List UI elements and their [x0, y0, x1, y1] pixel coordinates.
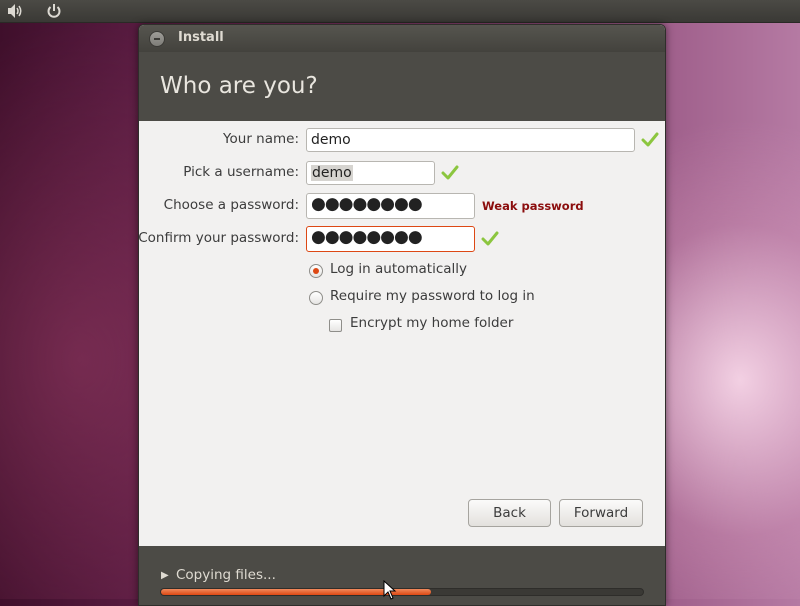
window-title: Install: [178, 30, 224, 45]
back-button[interactable]: Back: [468, 499, 551, 527]
top-panel: [0, 0, 800, 23]
username-valid-check-icon: [441, 165, 459, 180]
password-label: Choose a password:: [163, 197, 299, 213]
confirm-mask: ●●●●●●●●: [311, 227, 423, 247]
page-header: Who are you?: [139, 52, 665, 121]
confirm-label: Confirm your password:: [138, 230, 299, 246]
mouse-pointer-icon: [383, 580, 397, 600]
encrypt-home-checkbox[interactable]: [329, 319, 342, 332]
name-value: demo: [311, 132, 351, 148]
minimize-icon[interactable]: [149, 31, 165, 47]
progress-bar: [160, 588, 644, 596]
username-field[interactable]: demo: [306, 161, 435, 185]
volume-icon[interactable]: [7, 3, 25, 23]
password-field[interactable]: ●●●●●●●●: [306, 193, 475, 219]
require-password-label[interactable]: Require my password to log in: [330, 288, 535, 304]
installer-window: Install Who are you? Your name: demo Pic…: [138, 24, 666, 606]
name-valid-check-icon: [641, 132, 659, 147]
forward-button[interactable]: Forward: [559, 499, 643, 527]
progress-footer: ▶ Copying files...: [139, 546, 665, 605]
require-password-radio[interactable]: [309, 291, 323, 305]
username-label: Pick a username:: [183, 164, 299, 180]
progress-status[interactable]: Copying files...: [176, 567, 276, 583]
confirm-password-field[interactable]: ●●●●●●●●: [306, 226, 475, 252]
page-title: Who are you?: [160, 73, 318, 99]
login-auto-radio[interactable]: [309, 264, 323, 278]
name-label: Your name:: [223, 131, 299, 147]
name-field[interactable]: demo: [306, 128, 635, 152]
power-icon[interactable]: [46, 3, 62, 23]
password-mask: ●●●●●●●●: [311, 194, 423, 214]
password-strength: Weak password: [482, 199, 584, 213]
login-auto-label[interactable]: Log in automatically: [330, 261, 467, 277]
user-form: Your name: demo Pick a username: demo Ch…: [139, 121, 665, 546]
titlebar: Install: [139, 25, 665, 52]
confirm-valid-check-icon: [481, 231, 499, 246]
encrypt-home-label[interactable]: Encrypt my home folder: [350, 315, 513, 331]
username-value: demo: [311, 165, 353, 181]
expander-arrow-icon[interactable]: ▶: [161, 570, 169, 581]
